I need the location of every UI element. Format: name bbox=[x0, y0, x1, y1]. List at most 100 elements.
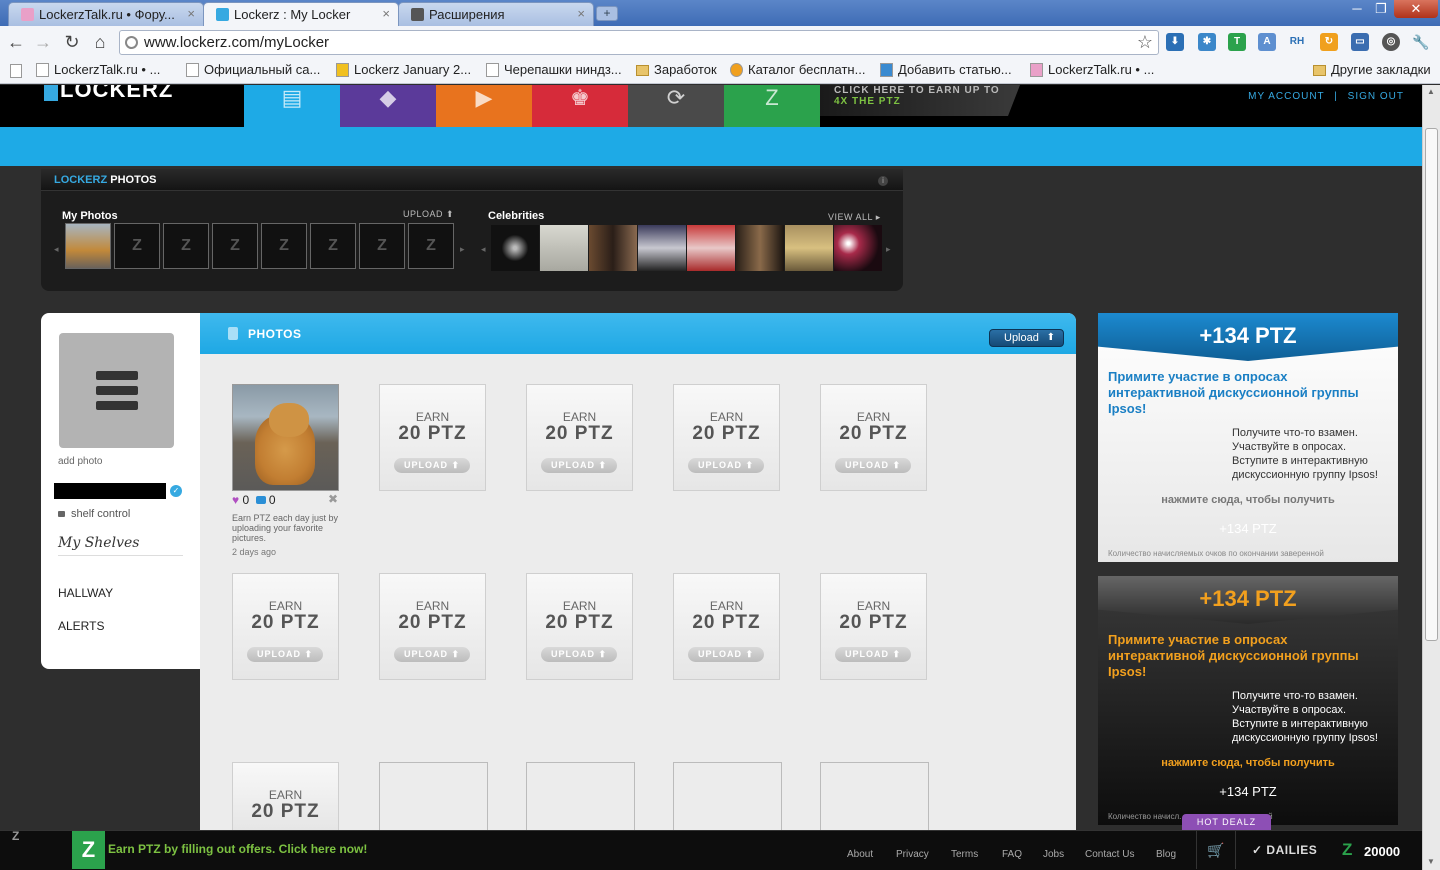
avatar[interactable] bbox=[59, 333, 174, 448]
rh-extension-icon[interactable]: RH bbox=[1288, 33, 1306, 51]
nav-tags[interactable]: ◆ bbox=[340, 85, 436, 127]
bookmark-item[interactable]: Черепашки ниндз... bbox=[486, 62, 622, 77]
scroll-down-icon[interactable]: ▼ bbox=[1427, 857, 1435, 866]
celebrity-thumb[interactable] bbox=[785, 225, 833, 271]
earn-slot[interactable]: EARN 20 PTZ UPLOAD ⬆ bbox=[673, 573, 780, 680]
empty-photo-thumb[interactable]: Z bbox=[114, 223, 160, 269]
tab-close-icon[interactable]: × bbox=[382, 6, 390, 21]
t-extension-icon[interactable]: T bbox=[1228, 33, 1246, 51]
forward-arrow-icon[interactable]: → bbox=[32, 31, 54, 53]
my-photos-prev-icon[interactable]: ◂ bbox=[54, 244, 59, 255]
tab-my-locker[interactable]: Lockerz : My Locker × bbox=[203, 2, 399, 27]
celebs-next-icon[interactable]: ▸ bbox=[886, 244, 891, 255]
cart-icon[interactable]: 🛒 bbox=[1196, 831, 1236, 869]
new-tab-button[interactable]: + bbox=[596, 6, 618, 21]
shelf-control-link[interactable]: shelf control bbox=[58, 508, 130, 520]
earn-slot[interactable]: EARN 20 PTZ UPLOAD ⬆ bbox=[820, 573, 927, 680]
hot-dealz-tab[interactable]: HOT DEALZ bbox=[1182, 814, 1271, 830]
ad-cta-link[interactable]: нажмите сюда, чтобы получить bbox=[1098, 757, 1398, 769]
heart-icon[interactable]: ♥ bbox=[232, 493, 239, 507]
bookmark-item[interactable]: Lockerz January 2... bbox=[336, 62, 471, 77]
footer-link-about[interactable]: About bbox=[847, 849, 873, 860]
scroll-up-icon[interactable]: ▲ bbox=[1427, 87, 1435, 96]
wrench-icon[interactable]: 🔧 bbox=[1412, 33, 1430, 51]
celebs-prev-icon[interactable]: ◂ bbox=[481, 244, 486, 255]
sign-out-link[interactable]: SIGN OUT bbox=[1348, 91, 1404, 102]
empty-photo-thumb[interactable]: Z bbox=[212, 223, 258, 269]
earn-slot[interactable]: EARN 20 PTZ UPLOAD ⬆ bbox=[379, 573, 486, 680]
shelf-link-alerts[interactable]: ALERTS bbox=[58, 619, 104, 633]
earn-slot[interactable]: EARN 20 PTZ UPLOAD ⬆ bbox=[673, 384, 780, 491]
back-arrow-icon[interactable]: ← bbox=[5, 31, 27, 53]
nav-247[interactable]: ⟳ bbox=[628, 85, 724, 127]
celebrity-thumb[interactable] bbox=[638, 225, 686, 271]
earn-slot[interactable]: EARN 20 PTZ UPLOAD ⬆ bbox=[379, 384, 486, 491]
slot-upload-button[interactable]: UPLOAD ⬆ bbox=[688, 647, 764, 662]
my-photo-thumb-dog[interactable] bbox=[65, 223, 111, 269]
slot-upload-button[interactable]: UPLOAD ⬆ bbox=[541, 647, 617, 662]
my-photos-next-icon[interactable]: ▸ bbox=[460, 244, 465, 255]
footer-link-privacy[interactable]: Privacy bbox=[896, 849, 929, 860]
download-extension-icon[interactable]: ⬇ bbox=[1166, 33, 1184, 51]
footer-link-contact[interactable]: Contact Us bbox=[1085, 849, 1134, 860]
screenshot-extension-icon[interactable]: ▭ bbox=[1351, 33, 1369, 51]
ipsos-ad-light[interactable]: +134 PTZ Примите участие в опросах интер… bbox=[1098, 313, 1398, 562]
footer-link-blog[interactable]: Blog bbox=[1156, 849, 1176, 860]
lockerz-logo[interactable]: LOCKERZ bbox=[44, 85, 173, 101]
bookmark-item[interactable]: Добавить статью... bbox=[880, 62, 1012, 77]
earn-slot[interactable]: EARN 20 PTZ UPLOAD ⬆ bbox=[526, 384, 633, 491]
add-photo-link[interactable]: add photo bbox=[58, 456, 103, 467]
footer-link-faq[interactable]: FAQ bbox=[1002, 849, 1022, 860]
celebrity-thumb[interactable] bbox=[834, 225, 882, 271]
celebrity-thumb[interactable] bbox=[540, 225, 588, 271]
empty-photo-thumb[interactable]: Z bbox=[163, 223, 209, 269]
slot-upload-button[interactable]: UPLOAD ⬆ bbox=[247, 647, 323, 662]
slot-upload-button[interactable]: UPLOAD ⬆ bbox=[835, 647, 911, 662]
empty-photo-thumb[interactable]: Z bbox=[261, 223, 307, 269]
bookmark-item[interactable]: Каталог бесплатн... bbox=[730, 62, 865, 77]
comment-icon[interactable] bbox=[255, 496, 266, 504]
window-close-icon[interactable]: ✕ bbox=[1394, 0, 1438, 18]
empty-photo-thumb[interactable]: Z bbox=[408, 223, 454, 269]
dailies-button[interactable]: ✓ DAILIES bbox=[1252, 843, 1317, 857]
ptz-z-icon[interactable]: Z bbox=[72, 831, 105, 869]
slot-upload-button[interactable]: UPLOAD ⬆ bbox=[688, 458, 764, 473]
upload-link[interactable]: UPLOAD ⬆ bbox=[403, 209, 454, 220]
my-account-link[interactable]: MY ACCOUNT bbox=[1248, 91, 1324, 102]
circle-extension-icon[interactable]: ◎ bbox=[1382, 33, 1400, 51]
earn-offers-link[interactable]: Earn PTZ by filling out offers. Click he… bbox=[108, 842, 367, 856]
bookmarks-page-icon[interactable] bbox=[10, 64, 22, 78]
reload-icon[interactable]: ↻ bbox=[61, 31, 83, 53]
view-all-link[interactable]: VIEW ALL ▸ bbox=[828, 212, 881, 223]
celebrity-thumb[interactable] bbox=[736, 225, 784, 271]
earn-slot[interactable]: EARN 20 PTZ UPLOAD ⬆ bbox=[820, 384, 927, 491]
slot-upload-button[interactable]: UPLOAD ⬆ bbox=[394, 458, 470, 473]
url-text[interactable]: www.lockerz.com/myLocker bbox=[144, 34, 329, 51]
restore-icon[interactable]: ❐ bbox=[1368, 0, 1394, 18]
translate-extension-icon[interactable]: A bbox=[1258, 33, 1276, 51]
empty-slot[interactable] bbox=[673, 762, 782, 830]
bookmark-item[interactable]: LockerzTalk.ru • ... bbox=[36, 62, 160, 77]
empty-slot[interactable] bbox=[526, 762, 635, 830]
page-scrollbar[interactable]: ▲ ▼ bbox=[1422, 85, 1440, 870]
info-icon[interactable]: i bbox=[878, 176, 888, 186]
nav-videos[interactable]: ▶ bbox=[436, 85, 532, 127]
tab-close-icon[interactable]: × bbox=[187, 6, 195, 21]
earn-slot[interactable]: EARN 20 PTZ UPLOAD ⬆ bbox=[526, 573, 633, 680]
minimize-icon[interactable]: ─ bbox=[1344, 0, 1370, 18]
celebrity-thumb[interactable] bbox=[589, 225, 637, 271]
upload-button[interactable]: Upload ⬆ bbox=[989, 329, 1064, 347]
empty-slot[interactable] bbox=[379, 762, 488, 830]
nav-shop[interactable]: ♚ bbox=[532, 85, 628, 127]
delete-photo-icon[interactable]: ✖ bbox=[328, 492, 338, 506]
promo-line-1[interactable]: CLICK HERE TO EARN UP TO bbox=[834, 85, 1000, 96]
bookmark-item[interactable]: Официальный са... bbox=[186, 62, 320, 77]
tab-close-icon[interactable]: × bbox=[577, 6, 585, 21]
nav-photos[interactable]: ▤ bbox=[244, 85, 340, 127]
shelf-link-hallway[interactable]: HALLWAY bbox=[58, 586, 113, 600]
celebrity-thumb[interactable] bbox=[687, 225, 735, 271]
sync-extension-icon[interactable]: ↻ bbox=[1320, 33, 1338, 51]
empty-slot[interactable] bbox=[820, 762, 929, 830]
uploaded-photo-dog[interactable] bbox=[232, 384, 339, 491]
celebrity-thumb[interactable] bbox=[491, 225, 539, 271]
